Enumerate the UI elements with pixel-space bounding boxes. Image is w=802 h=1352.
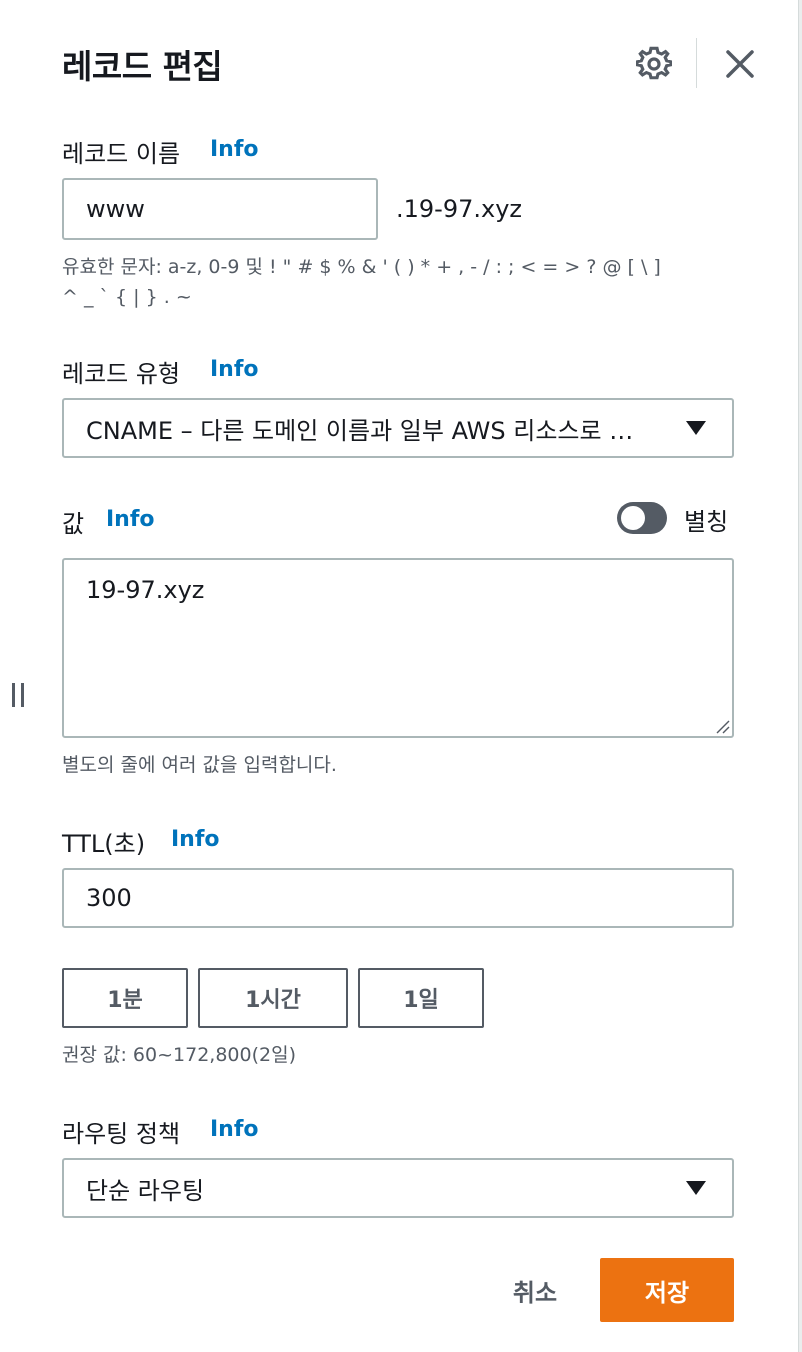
record-type-info-link[interactable]: Info <box>210 357 259 382</box>
value-hint: 별도의 줄에 여러 값을 입력합니다. <box>62 754 337 776</box>
ttl-preset-1day-button[interactable]: 1일 <box>358 968 484 1028</box>
ttl-input[interactable]: 300 <box>62 868 734 928</box>
resize-grip-icon[interactable] <box>714 718 730 734</box>
ttl-preset-1hour-button[interactable]: 1시간 <box>198 968 348 1028</box>
panel-scroll-edge <box>798 0 802 1352</box>
record-type-label: 레코드 유형 <box>62 360 181 388</box>
domain-suffix: .19-97.xyz <box>396 195 522 223</box>
value-textarea-content: 19-97.xyz <box>86 576 205 604</box>
record-name-hint-line2: ^ _ ` { | } . ~ <box>62 286 192 308</box>
value-label: 값 <box>62 510 85 538</box>
record-name-label: 레코드 이름 <box>62 140 181 168</box>
panel-resize-handle[interactable] <box>10 683 28 707</box>
header-divider <box>696 38 697 88</box>
record-name-input[interactable]: www <box>62 178 378 240</box>
caret-down-icon <box>686 421 706 435</box>
panel-title: 레코드 편집 <box>62 47 223 86</box>
routing-policy-selected-value: 단순 라우팅 <box>86 1176 205 1205</box>
record-name-hint-line1: 유효한 문자: a-z, 0-9 및 ! " # $ % & ' ( ) * +… <box>62 256 661 278</box>
gear-icon[interactable] <box>636 46 672 82</box>
close-icon[interactable] <box>722 46 758 82</box>
ttl-preset-1min-button[interactable]: 1분 <box>62 968 188 1028</box>
edit-record-panel: 레코드 편집 레코드 이름 Info www .19-97.xyz 유효한 문자… <box>0 0 802 1352</box>
routing-policy-info-link[interactable]: Info <box>210 1117 259 1142</box>
cancel-button[interactable]: 취소 <box>490 1258 580 1322</box>
ttl-info-link[interactable]: Info <box>171 827 220 852</box>
ttl-input-value: 300 <box>86 884 132 912</box>
record-type-select[interactable]: CNAME – 다른 도메인 이름과 일부 AWS 리소스로 … <box>62 398 734 458</box>
alias-toggle-label: 별칭 <box>684 508 729 536</box>
record-name-info-link[interactable]: Info <box>210 137 259 162</box>
toggle-knob <box>621 506 645 530</box>
ttl-hint: 권장 값: 60~172,800(2일) <box>62 1044 296 1066</box>
caret-down-icon <box>686 1181 706 1195</box>
value-info-link[interactable]: Info <box>106 507 155 532</box>
alias-toggle[interactable] <box>617 502 667 534</box>
routing-policy-select[interactable]: 단순 라우팅 <box>62 1158 734 1218</box>
ttl-label: TTL(초) <box>62 830 146 858</box>
save-button[interactable]: 저장 <box>600 1258 734 1322</box>
record-name-input-value: www <box>86 195 145 223</box>
value-textarea[interactable]: 19-97.xyz <box>62 558 734 738</box>
record-type-selected-value: CNAME – 다른 도메인 이름과 일부 AWS 리소스로 … <box>86 416 634 445</box>
routing-policy-label: 라우팅 정책 <box>62 1120 181 1148</box>
